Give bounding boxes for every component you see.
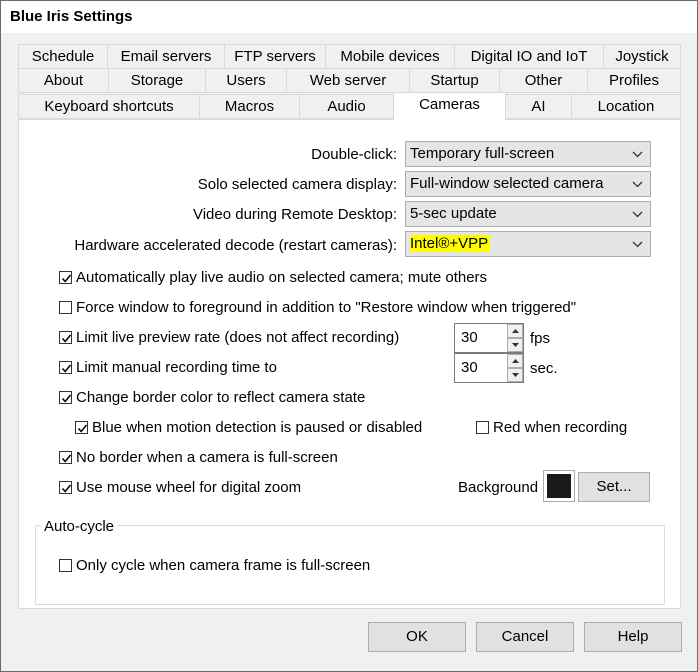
border-color-checkbox[interactable]: Change border color to reflect camera st… [59,389,365,407]
window-title: Blue Iris Settings [10,8,133,25]
solo-display-select[interactable]: Full-window selected camera [405,171,651,197]
tab-macros[interactable]: Macros [199,94,300,119]
stepper-down-button[interactable] [507,368,523,382]
auto-audio-checkbox[interactable]: Automatically play live audio on selecte… [59,269,487,287]
stepper-down-button[interactable] [507,338,523,352]
checkbox-checked-icon [59,451,72,464]
set-background-button[interactable]: Set... [578,472,650,502]
auto-audio-label: Automatically play live audio on selecte… [76,269,488,286]
force-foreground-label: Force window to foreground in addition t… [76,299,577,316]
title-bar[interactable]: Blue Iris Settings [1,1,697,33]
manual-time-value: 30 [461,359,478,376]
ok-button[interactable]: OK [368,622,466,652]
tab-storage[interactable]: Storage [108,68,206,93]
preview-rate-value: 30 [461,329,478,346]
tab-startup[interactable]: Startup [409,68,500,93]
hw-decode-value: Intel®+VPP [410,235,491,252]
tab-users[interactable]: Users [205,68,287,93]
hw-decode-label: Hardware accelerated decode (restart cam… [74,237,397,254]
tab-digital-io[interactable]: Digital IO and IoT [454,44,604,69]
solo-display-label: Solo selected camera display: [197,176,397,193]
cancel-button[interactable]: Cancel [476,622,574,652]
remote-desktop-value: 5-sec update [410,205,497,222]
mouse-wheel-label: Use mouse wheel for digital zoom [76,479,302,496]
double-click-select[interactable]: Temporary full-screen [405,141,651,167]
settings-window: Blue Iris Settings Schedule Email server… [0,0,698,672]
double-click-value: Temporary full-screen [410,145,555,162]
tab-schedule[interactable]: Schedule [18,44,108,69]
checkbox-checked-icon [59,481,72,494]
checkbox-checked-icon [59,361,72,374]
limit-manual-checkbox[interactable]: Limit manual recording time to [59,359,277,377]
force-foreground-checkbox[interactable]: Force window to foreground in addition t… [59,299,576,317]
remote-desktop-label: Video during Remote Desktop: [192,206,397,223]
tab-mobile-devices[interactable]: Mobile devices [325,44,455,69]
tab-strip: Schedule Email servers FTP servers Mobil… [18,44,681,120]
tab-location[interactable]: Location [571,94,681,119]
preview-rate-stepper[interactable]: 30 [454,323,524,353]
tab-about[interactable]: About [18,68,109,93]
cameras-panel: Double-click: Temporary full-screen Solo… [18,119,681,609]
limit-manual-label: Limit manual recording time to [76,359,277,376]
solo-display-value: Full-window selected camera [410,175,604,192]
tab-keyboard-shortcuts[interactable]: Keyboard shortcuts [18,94,200,119]
blue-motion-label: Blue when motion detection is paused or … [92,419,423,436]
checkbox-checked-icon [75,421,88,434]
remote-desktop-select[interactable]: 5-sec update [405,201,651,227]
stepper-up-button[interactable] [507,354,523,368]
checkbox-unchecked-icon [59,301,72,314]
checkbox-checked-icon [59,271,72,284]
sec-unit-label: sec. [530,360,558,377]
double-click-label: Double-click: [311,146,397,163]
manual-time-stepper[interactable]: 30 [454,353,524,383]
tab-web-server[interactable]: Web server [286,68,410,93]
help-button[interactable]: Help [584,622,682,652]
checkbox-unchecked-icon [59,559,72,572]
chevron-down-icon [631,202,645,226]
only-fullscreen-checkbox[interactable]: Only cycle when camera frame is full-scr… [59,557,370,575]
tab-profiles[interactable]: Profiles [587,68,681,93]
tab-other[interactable]: Other [499,68,588,93]
tab-ai[interactable]: AI [505,94,572,119]
border-color-label: Change border color to reflect camera st… [76,389,366,406]
fps-unit-label: fps [530,330,551,347]
tab-ftp-servers[interactable]: FTP servers [224,44,326,69]
checkbox-unchecked-icon [476,421,489,434]
checkbox-checked-icon [59,391,72,404]
red-recording-label: Red when recording [493,419,628,436]
background-color-swatch[interactable] [543,470,575,502]
tab-audio[interactable]: Audio [299,94,394,119]
only-fullscreen-label: Only cycle when camera frame is full-scr… [76,557,371,574]
tab-joystick[interactable]: Joystick [603,44,681,69]
tab-cameras[interactable]: Cameras [393,92,506,120]
chevron-down-icon [631,232,645,256]
blue-motion-checkbox[interactable]: Blue when motion detection is paused or … [75,419,422,437]
auto-cycle-title: Auto-cycle [41,518,118,535]
no-border-checkbox[interactable]: No border when a camera is full-screen [59,449,338,467]
chevron-down-icon [631,172,645,196]
hw-decode-select[interactable]: Intel®+VPP [405,231,651,257]
red-recording-checkbox[interactable]: Red when recording [476,419,627,437]
limit-preview-label: Limit live preview rate (does not affect… [76,329,400,346]
checkbox-checked-icon [59,331,72,344]
chevron-down-icon [631,142,645,166]
background-color-fill [547,474,571,498]
limit-preview-checkbox[interactable]: Limit live preview rate (does not affect… [59,329,399,347]
background-label: Background [458,479,539,496]
tab-email-servers[interactable]: Email servers [107,44,225,69]
mouse-wheel-checkbox[interactable]: Use mouse wheel for digital zoom [59,479,301,497]
no-border-label: No border when a camera is full-screen [76,449,338,466]
stepper-up-button[interactable] [507,324,523,338]
